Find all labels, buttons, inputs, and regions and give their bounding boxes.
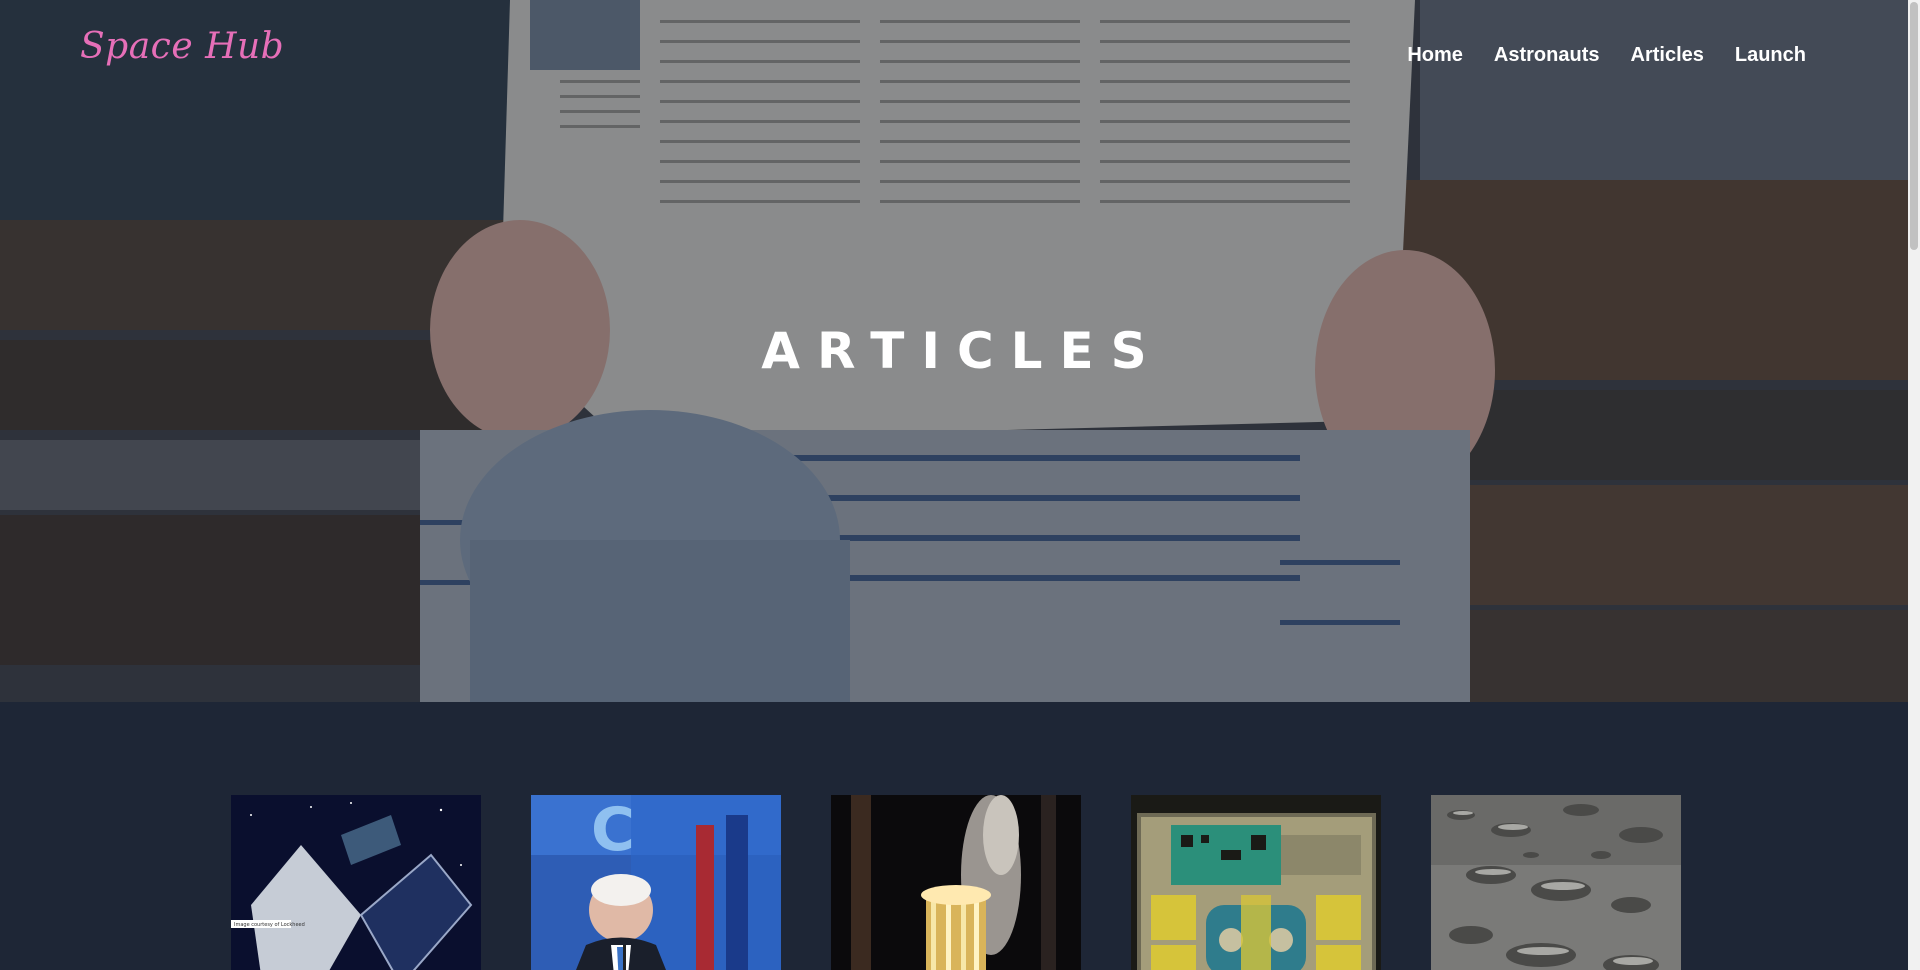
nav-astronauts[interactable]: Astronauts [1494,44,1600,67]
svg-text:C: C [591,795,635,865]
hero-banner: Space Hub Home Astronauts Articles Launc… [0,0,1908,702]
nav-launch[interactable]: Launch [1735,44,1806,67]
page-scrollbar[interactable] [1908,0,1920,970]
nav-home[interactable]: Home [1407,44,1463,67]
image-credit: Image courtesy of Lockheed [234,922,305,928]
article-card-speaker[interactable]: C [531,795,781,970]
main-nav: Home Astronauts Articles Launch [1407,44,1806,67]
article-card-satellite[interactable]: Image courtesy of Lockheed [231,795,481,970]
article-card-circuit-board[interactable] [1131,795,1381,970]
rocket-launch-image [831,795,1081,970]
nav-articles[interactable]: Articles [1631,44,1704,67]
moon-surface-image [1431,795,1681,970]
article-card-rocket-launch[interactable] [831,795,1081,970]
satellite-image: Image courtesy of Lockheed [231,795,481,970]
article-card-moon-surface[interactable] [1431,795,1681,970]
articles-grid: Image courtesy of Lockheed C [231,795,1681,970]
page-title: ARTICLES [761,322,1164,380]
brand-logo[interactable]: Space Hub [80,26,284,67]
circuit-board-image [1131,795,1381,970]
speaker-image: C [531,795,781,970]
scrollbar-thumb[interactable] [1910,2,1918,250]
